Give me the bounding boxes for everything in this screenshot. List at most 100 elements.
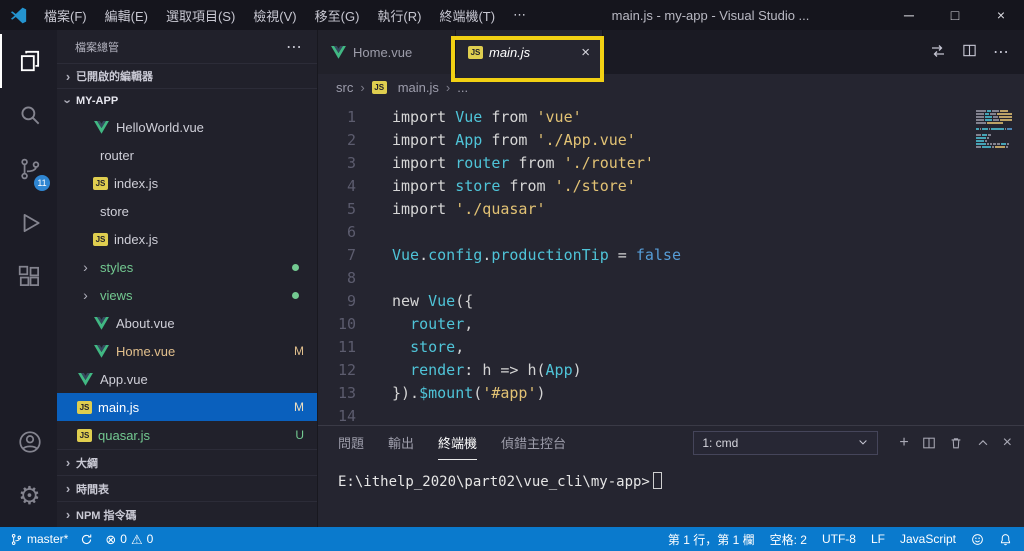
js-icon: JS [468,45,483,59]
eol-selector[interactable]: LF [871,532,885,546]
tree-item-store[interactable]: store [57,197,317,225]
sidebar-section-npm-scripts[interactable]: › NPM 指令碼 [57,501,317,527]
error-count: 0 [120,532,127,546]
run-debug-icon [17,210,43,236]
code-line: router, [410,315,474,333]
menu-run[interactable]: 執行(R) [368,6,430,25]
close-panel-icon[interactable]: × [1003,435,1012,451]
more-actions-icon[interactable]: ⋯ [993,42,1010,62]
chevron-right-icon: › [83,287,88,303]
sidebar-section-timeline[interactable]: › 時間表 [57,475,317,501]
sync-icon [80,533,93,546]
more-actions-icon[interactable]: ⋯ [286,37,303,57]
activity-explorer[interactable] [0,34,57,88]
tree-item-main-js[interactable]: JS main.js M [57,393,317,421]
code-editor[interactable]: 1 2 3 4 5 6 7 8 9 10 11 12 13 14 import Vue from 'vue… [318,100,1024,425]
sidebar-header: 檔案總管 ⋯ [57,30,317,63]
minimap[interactable] [976,110,1012,151]
line-number: 3 [346,154,356,172]
tree-item-router[interactable]: router [57,141,317,169]
vscode-logo-icon [10,7,27,24]
activity-source-control[interactable]: 11 [0,142,57,196]
menu-file[interactable]: 檔案(F) [35,6,96,25]
breadcrumb-src[interactable]: src [336,80,353,95]
close-button[interactable]: × [978,0,1024,30]
open-editors-section[interactable]: › 已開啟的編輯器 [57,63,317,88]
menu-selection[interactable]: 選取項目(S) [157,6,244,25]
section-label: NPM 指令碼 [76,509,137,522]
indentation[interactable]: 空格: 2 [770,531,807,548]
menu-edit[interactable]: 編輯(E) [96,6,157,25]
branch-status[interactable]: master* [10,532,68,546]
notifications-bell-icon[interactable] [999,533,1012,546]
minimap-line [976,143,1012,145]
tree-item-helloworld-vue[interactable]: HelloWorld.vue [57,113,317,141]
close-icon[interactable]: × [581,44,590,61]
sidebar-section-outline[interactable]: › 大綱 [57,449,317,475]
status-bar-right: 第 1 行，第 1 欄 空格: 2 UTF-8 LF JavaScript [668,531,1012,548]
menu-bar: 檔案(F) 編輯(E) 選取項目(S) 檢視(V) 移至(G) 執行(R) 終端機(T) ⋯ [35,0,535,30]
tree-item-index-js[interactable]: JS index.js [57,225,317,253]
new-terminal-icon[interactable]: + [899,435,908,451]
breadcrumb-[interactable]: ... [457,80,468,95]
file-label: App.vue [100,371,148,387]
project-section[interactable]: › MY-APP [57,88,317,113]
tab-main-js[interactable]: JS main.js × [456,30,603,74]
file-tree: HelloWorld.vue router JS index.js store JS ind… [57,113,317,449]
file-label: quasar.js [98,427,151,443]
panel-tab-debug-console[interactable]: 偵錯主控台 [501,426,566,460]
line-number: 8 [346,269,356,287]
js-icon: JS [371,80,387,94]
terminal-selector[interactable]: 1: cmd [693,431,879,455]
js-icon: JS [77,428,92,442]
maximize-panel-icon[interactable] [976,436,990,450]
kill-terminal-icon[interactable] [949,436,963,450]
tree-item-styles[interactable]: › styles [57,253,317,281]
branch-name: master* [27,532,69,546]
activity-account[interactable] [0,415,57,469]
code-line: import router from './router' [392,154,654,172]
chevron-right-icon: › [360,79,365,95]
tree-item-app-vue[interactable]: App.vue [57,365,317,393]
activity-run-debug[interactable] [0,196,57,250]
encoding[interactable]: UTF-8 [822,532,856,546]
panel-actions: 1: cmd + × [693,431,1012,455]
split-editor-icon[interactable] [962,43,977,61]
split-terminal-icon[interactable] [922,436,936,450]
minimize-button[interactable]: ─ [886,0,932,30]
feedback-icon[interactable] [971,533,984,546]
maximize-button[interactable]: □ [932,0,978,30]
tree-item-views[interactable]: › views [57,281,317,309]
language-mode[interactable]: JavaScript [900,532,956,546]
open-changes-icon[interactable] [930,43,946,62]
git-modified-dot-icon [292,263,299,271]
cursor-position[interactable]: 第 1 行，第 1 欄 [668,531,755,548]
menu-view[interactable]: 檢視(V) [244,6,305,25]
tree-item-home-vue[interactable]: Home.vue M [57,337,317,365]
line-number: 13 [337,384,356,402]
tree-item-index-js[interactable]: JS index.js [57,169,317,197]
minimap-line [976,134,1012,136]
code-line: Vue.config.productionTip = false [392,246,681,264]
menu-terminal[interactable]: 終端機(T) [430,6,504,25]
tree-item-quasar-js[interactable]: JS quasar.js U [57,421,317,449]
menu-more[interactable]: ⋯ [504,7,535,23]
sidebar-title: 檔案總管 [75,41,119,54]
terminal-output[interactable]: E:\ithelp_2020\part02\vue_cli\my-app> [318,460,1024,527]
menu-go[interactable]: 移至(G) [306,6,369,25]
vue-icon [93,316,110,330]
panel-tab-problems[interactable]: 問題 [338,426,364,460]
panel-tab-output[interactable]: 輸出 [388,426,414,460]
minimap-line [976,116,1012,118]
activity-settings[interactable]: ⚙ [0,469,57,523]
js-icon: JS [77,400,92,414]
breadcrumbs: src › JS main.js ›... [318,74,1024,100]
breadcrumb-main-js[interactable]: JS main.js [371,80,439,95]
sync-status[interactable] [80,533,93,546]
activity-search[interactable] [0,88,57,142]
problems-status[interactable]: ⊗ 0 ⚠ 0 [105,532,153,546]
activity-extensions[interactable] [0,250,57,304]
tab-home-vue[interactable]: Home.vue [318,30,456,74]
tree-item-about-vue[interactable]: About.vue [57,309,317,337]
panel-tab-terminal[interactable]: 終端機 [438,426,478,460]
